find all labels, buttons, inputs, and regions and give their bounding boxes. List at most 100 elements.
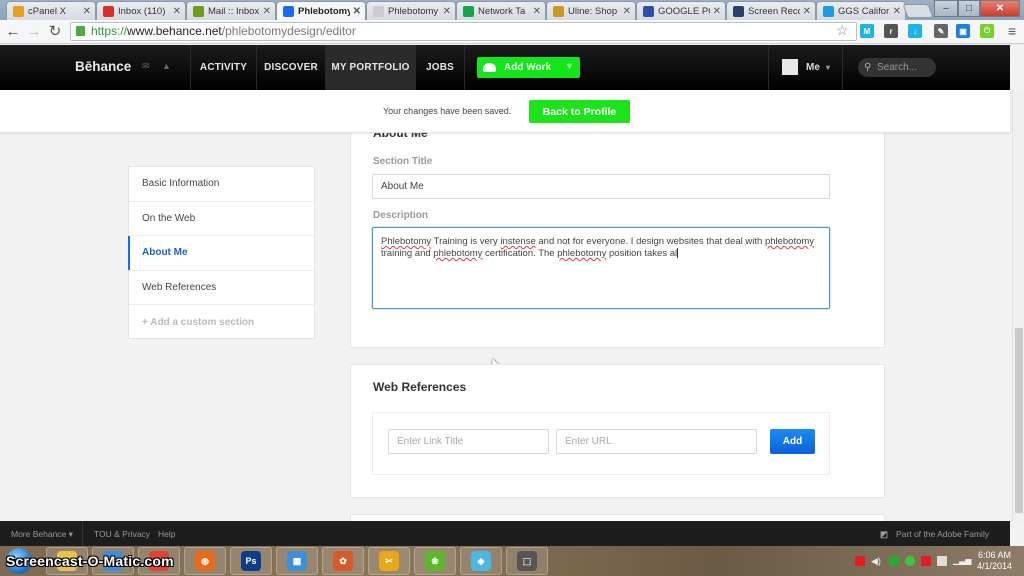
google-pc-icon: [643, 5, 654, 17]
browser-tab[interactable]: GOOGLE PC ✕: [636, 1, 726, 20]
add-work-button[interactable]: Add Work ▾: [477, 57, 580, 78]
tou-privacy-link[interactable]: TOU & Privacy: [94, 529, 150, 539]
nav-discover[interactable]: DISCOVER: [256, 45, 325, 90]
taskbar-app-button[interactable]: ▦: [276, 547, 318, 575]
reload-icon[interactable]: ↻: [46, 23, 64, 40]
section-nav-on-the-web[interactable]: On the Web: [129, 202, 314, 237]
misspelled-word: phlebotomy: [557, 248, 607, 259]
messages-icon[interactable]: ✉: [142, 61, 150, 72]
taskbar-app-button[interactable]: ✿: [322, 547, 364, 575]
power-icon[interactable]: [936, 556, 947, 566]
taskbar-app-button[interactable]: ✂: [368, 547, 410, 575]
taskbar-app-button[interactable]: ◍: [184, 547, 226, 575]
scrollbar-thumb[interactable]: [1015, 328, 1023, 513]
add-reference-button[interactable]: Add: [770, 429, 815, 454]
signal-icon[interactable]: ▁▃▅: [953, 556, 971, 566]
close-tab-icon[interactable]: ✕: [803, 6, 811, 17]
clock-date: 4/1/2014: [976, 561, 1012, 571]
user-menu[interactable]: Me ▾: [782, 59, 830, 75]
taskbar-app-button[interactable]: ⬚: [506, 547, 548, 575]
eyedropper-extension-icon[interactable]: ✎: [934, 24, 948, 38]
saved-notification-bar: Your changes have been saved. Back to Pr…: [0, 90, 1010, 133]
search-input[interactable]: ⚲ Search...: [858, 58, 936, 77]
browser-tab[interactable]: Inbox (110) ✕: [96, 1, 186, 20]
minimize-button[interactable]: –: [934, 0, 958, 17]
forward-arrow-icon[interactable]: →: [25, 23, 43, 40]
section-nav-web-references[interactable]: Web References: [129, 271, 314, 306]
maximize-button[interactable]: □: [958, 0, 980, 17]
lock-icon: [76, 26, 85, 36]
browser-tab[interactable]: Phlebotomy ✕: [276, 1, 366, 20]
chrome-menu-icon[interactable]: ≡: [1008, 23, 1016, 39]
link-title-input[interactable]: Enter Link Title: [388, 429, 549, 454]
uline-icon: [553, 5, 564, 17]
download-extension-icon[interactable]: ↓: [908, 24, 922, 38]
adobe-family-text[interactable]: Part of the Adobe Family: [896, 529, 989, 539]
add-work-label: Add Work: [504, 62, 552, 73]
browser-tab[interactable]: Mail :: Inbox ✕: [186, 1, 276, 20]
sheets-icon: [463, 5, 474, 17]
browser-tab[interactable]: Phlebotomy ✕: [366, 1, 456, 20]
url-input[interactable]: Enter URL: [556, 429, 757, 454]
text-cursor: [677, 248, 679, 259]
behance-logo[interactable]: Bēhance: [75, 59, 131, 74]
url-scheme: https://: [91, 24, 128, 38]
add-custom-section-link[interactable]: + Add a custom section: [129, 305, 314, 340]
close-tab-icon[interactable]: ✕: [893, 6, 901, 17]
nav-activity[interactable]: ACTIVITY: [190, 45, 256, 90]
description-text: and not for everyone. I design websites …: [535, 236, 765, 247]
close-tab-icon[interactable]: ✕: [263, 6, 271, 17]
close-tab-icon[interactable]: ✕: [533, 6, 541, 17]
close-tab-icon[interactable]: ✕: [443, 6, 451, 17]
notifications-icon[interactable]: ▲: [162, 61, 171, 71]
section-title-input[interactable]: About Me: [372, 174, 830, 199]
screen-recorder-icon: [733, 5, 744, 17]
taskbar-app-button[interactable]: Ps: [230, 547, 272, 575]
description-textarea[interactable]: Phlebotomy Training is very instense and…: [372, 227, 830, 309]
calculator-icon: ▦: [287, 551, 307, 571]
back-arrow-icon[interactable]: ←: [4, 23, 22, 40]
screencast-watermark: Screencast-O-Matic.com: [6, 553, 174, 569]
ggs-icon: [823, 5, 834, 17]
power-extension-icon[interactable]: ⏻: [980, 24, 994, 38]
more-behance-menu[interactable]: More Behance ▾: [11, 529, 73, 540]
browser-tab[interactable]: Network Ta ✕: [456, 1, 546, 20]
section-nav-basic-information[interactable]: Basic Information: [129, 167, 314, 202]
browser-tab[interactable]: Screen Reco ✕: [726, 1, 816, 20]
new-tab-button[interactable]: [902, 4, 934, 18]
chevron-down-icon[interactable]: ▾: [567, 61, 572, 72]
volume-icon[interactable]: ◀): [871, 556, 883, 566]
browser-tab[interactable]: GGS Califor ✕: [816, 1, 906, 20]
browser-tab[interactable]: cPanel X ✕: [6, 1, 96, 20]
close-tab-icon[interactable]: ✕: [83, 6, 91, 17]
address-bar[interactable]: https://www.behance.net/phlebotomydesign…: [70, 22, 857, 41]
taskbar-app-button[interactable]: ❀: [414, 547, 456, 575]
tab-label: GGS Califor: [838, 5, 890, 17]
nav-my-portfolio[interactable]: MY PORTFOLIO: [325, 45, 415, 90]
book-icon: ◆: [471, 551, 491, 571]
sync-icon[interactable]: [904, 556, 915, 566]
clock[interactable]: 6:06 AM 4/1/2014: [977, 550, 1012, 572]
close-tab-icon[interactable]: ✕: [173, 6, 181, 17]
close-tab-icon[interactable]: ✕: [713, 6, 721, 17]
network-monitor-icon[interactable]: [888, 556, 899, 566]
taskbar-app-button[interactable]: ◆: [460, 547, 502, 575]
close-window-button[interactable]: ✕: [980, 0, 1020, 17]
help-link[interactable]: Help: [158, 529, 175, 539]
bookmark-star-icon[interactable]: ☆: [836, 22, 849, 39]
reader-extension-icon[interactable]: r: [884, 24, 898, 38]
close-tab-icon[interactable]: ✕: [353, 6, 361, 17]
system-tray: ◀) ▁▃▅ 6:06 AM 4/1/2014: [854, 546, 1024, 576]
back-to-profile-button[interactable]: Back to Profile: [529, 100, 630, 123]
chevron-down-icon: ▾: [825, 62, 830, 72]
close-tab-icon[interactable]: ✕: [623, 6, 631, 17]
m-extension-icon[interactable]: M: [860, 24, 874, 38]
description-text: position takes al: [606, 248, 678, 259]
screen-extension-icon[interactable]: ▣: [956, 24, 970, 38]
nav-jobs[interactable]: JOBS: [415, 45, 465, 90]
gmail-icon: [103, 5, 114, 17]
tray-share-icon[interactable]: [920, 556, 931, 566]
section-nav-about-me[interactable]: About Me: [128, 236, 314, 271]
tray-app-icon[interactable]: [854, 556, 865, 566]
browser-tab[interactable]: Uline: Shop ✕: [546, 1, 636, 20]
